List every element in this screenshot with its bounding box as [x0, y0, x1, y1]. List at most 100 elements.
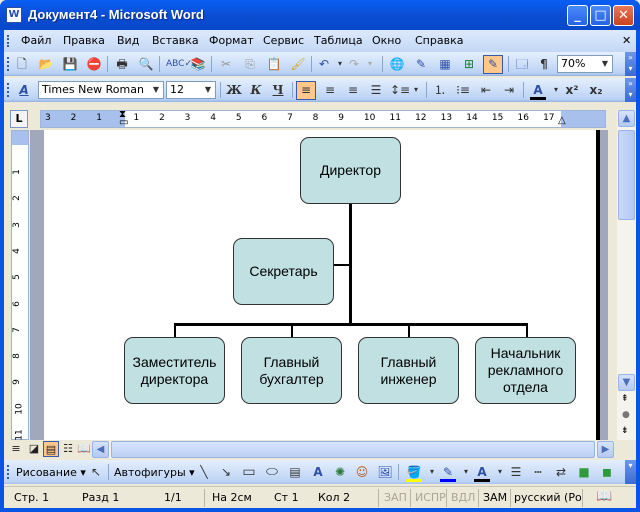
- node-deputy[interactable]: Заместитель директора: [124, 337, 225, 404]
- status-track-changes[interactable]: ИСПР: [415, 491, 446, 504]
- web-layout-icon[interactable]: ◪: [26, 441, 42, 457]
- align-left-icon[interactable]: ≡: [296, 81, 316, 100]
- chevron-down-icon[interactable]: ▼: [598, 56, 612, 72]
- format-painter-icon[interactable]: 🖌: [290, 56, 306, 72]
- styles-icon[interactable]: A: [16, 82, 32, 98]
- page[interactable]: Директор Секретарь Заместитель директора…: [44, 130, 600, 440]
- horizontal-ruler[interactable]: ⧗ ▭ △ 3 2 1 1 2 3 4 5 6 7 8 9 10 11 12 13 14 15 16 17: [40, 110, 606, 128]
- line-style-icon[interactable]: ☰: [508, 464, 524, 480]
- scroll-right-button[interactable]: ▶: [597, 441, 614, 458]
- font-color-dropdown-icon[interactable]: ▾: [548, 82, 564, 98]
- maximize-button[interactable]: □: [590, 5, 611, 26]
- open-icon[interactable]: 📂: [38, 56, 54, 72]
- wordart-icon[interactable]: A: [310, 464, 326, 480]
- status-extend[interactable]: ВДЛ: [451, 491, 475, 504]
- permission-icon[interactable]: ⛔: [86, 56, 102, 72]
- redo-icon[interactable]: ↷: [346, 56, 362, 72]
- vertical-scroll-thumb[interactable]: [618, 130, 635, 220]
- status-overtype[interactable]: ЗАМ: [483, 491, 507, 504]
- scroll-left-button[interactable]: ◀: [92, 441, 109, 458]
- drawing-icon[interactable]: ✎: [483, 55, 503, 74]
- insert-excel-icon[interactable]: ⊞: [461, 56, 477, 72]
- horizontal-scroll-thumb[interactable]: [111, 441, 595, 458]
- menu-tools[interactable]: Сервис: [263, 34, 304, 47]
- toolbar-grip[interactable]: [7, 465, 10, 479]
- autoshapes-menu-button[interactable]: Автофигуры ▾: [114, 466, 195, 479]
- new-document-icon[interactable]: 🗋: [14, 56, 30, 72]
- align-right-icon[interactable]: ≡: [345, 82, 361, 98]
- justify-icon[interactable]: ☰: [368, 82, 384, 98]
- hyperlink-icon[interactable]: 🌐: [389, 56, 405, 72]
- minimize-button[interactable]: _: [567, 5, 588, 26]
- arrow-style-icon[interactable]: ⇄: [553, 464, 569, 480]
- copy-icon[interactable]: ⎘: [242, 56, 258, 72]
- word-app-icon[interactable]: W: [6, 7, 22, 23]
- horizontal-scrollbar[interactable]: ◀ ▶: [92, 441, 614, 458]
- node-chief-engineer[interactable]: Главный инженер: [358, 337, 459, 404]
- previous-page-icon[interactable]: ⇞: [621, 394, 629, 404]
- scroll-down-button[interactable]: ▼: [618, 374, 635, 391]
- normal-view-icon[interactable]: ≡: [8, 441, 24, 457]
- menu-table[interactable]: Таблица: [314, 34, 363, 47]
- menu-grip[interactable]: [7, 35, 10, 47]
- insert-picture-icon[interactable]: 🖼: [377, 464, 393, 480]
- select-objects-icon[interactable]: ↖: [88, 464, 104, 480]
- bullets-icon[interactable]: ⁝≡: [455, 82, 471, 98]
- next-page-icon[interactable]: ⇟: [621, 426, 629, 436]
- show-formatting-icon[interactable]: ¶: [536, 56, 552, 72]
- menu-help[interactable]: Справка: [415, 34, 463, 47]
- menu-format[interactable]: Формат: [209, 34, 254, 47]
- increase-indent-icon[interactable]: ⇥: [501, 82, 517, 98]
- outline-view-icon[interactable]: ☷: [60, 441, 76, 457]
- fill-color-dropdown-icon[interactable]: ▾: [424, 464, 440, 480]
- print-layout-icon[interactable]: ▤: [43, 441, 59, 457]
- document-map-icon[interactable]: 🗔: [514, 56, 530, 72]
- indent-marker[interactable]: ⧗ ▭: [119, 110, 128, 128]
- node-secretary[interactable]: Секретарь: [233, 238, 334, 305]
- paste-icon[interactable]: 📋: [266, 56, 282, 72]
- dash-style-icon[interactable]: ┅: [530, 464, 546, 480]
- arrow-icon[interactable]: ↘: [218, 464, 234, 480]
- underline-button[interactable]: Ч: [270, 82, 286, 98]
- toolbar-grip[interactable]: [7, 83, 10, 97]
- decrease-indent-icon[interactable]: ⇤: [478, 82, 494, 98]
- chevron-down-icon[interactable]: ▼: [149, 82, 163, 98]
- status-record[interactable]: ЗАП: [384, 491, 407, 504]
- print-preview-icon[interactable]: 🔍: [138, 56, 154, 72]
- scroll-up-button[interactable]: ▲: [618, 110, 635, 127]
- italic-button[interactable]: К: [248, 82, 264, 98]
- toolbar-options-button[interactable]: » ▾: [625, 52, 636, 76]
- font-combo[interactable]: Times New Roman ▼: [38, 81, 164, 99]
- font-color-dropdown-icon[interactable]: ▾: [492, 464, 508, 480]
- node-director[interactable]: Директор: [300, 137, 401, 204]
- superscript-button[interactable]: x²: [564, 82, 580, 98]
- toolbar-grip[interactable]: [7, 57, 10, 71]
- menu-view[interactable]: Вид: [117, 34, 139, 47]
- oval-icon[interactable]: ⬭: [264, 464, 280, 480]
- vertical-ruler[interactable]: 1 2 3 4 5 6 7 8 9 10 11: [11, 130, 29, 441]
- tables-borders-icon[interactable]: ✎: [413, 56, 429, 72]
- line-spacing-dropdown-icon[interactable]: ▾: [408, 82, 424, 98]
- align-center-icon[interactable]: ≡: [322, 82, 338, 98]
- select-browse-object-icon[interactable]: ●: [622, 410, 630, 420]
- right-indent-marker[interactable]: △: [558, 115, 566, 126]
- subscript-button[interactable]: x₂: [588, 82, 604, 98]
- save-icon[interactable]: 💾: [62, 56, 78, 72]
- cut-icon[interactable]: ✂: [218, 56, 234, 72]
- spelling-status-icon[interactable]: 📖: [596, 489, 612, 504]
- menu-insert[interactable]: Вставка: [152, 34, 199, 47]
- draw-menu-button[interactable]: Рисование ▾: [16, 466, 86, 479]
- undo-icon[interactable]: ↶: [316, 56, 332, 72]
- line-color-icon[interactable]: ✎: [440, 464, 456, 482]
- shadow-style-icon[interactable]: ■: [576, 464, 592, 480]
- 3d-style-icon[interactable]: ◼: [599, 464, 615, 480]
- node-advertising-head[interactable]: Начальник рекламного отдела: [475, 337, 576, 404]
- insert-table-icon[interactable]: ▦: [437, 56, 453, 72]
- menu-file[interactable]: Файл: [21, 34, 51, 47]
- reading-layout-icon[interactable]: 📖: [76, 441, 92, 457]
- print-icon[interactable]: 🖶: [114, 56, 130, 72]
- font-color-icon[interactable]: A: [530, 82, 546, 100]
- node-chief-accountant[interactable]: Главный бухгалтер: [241, 337, 342, 404]
- toolbar-options-button[interactable]: ▾: [625, 460, 636, 484]
- redo-dropdown-icon[interactable]: ▾: [362, 56, 378, 72]
